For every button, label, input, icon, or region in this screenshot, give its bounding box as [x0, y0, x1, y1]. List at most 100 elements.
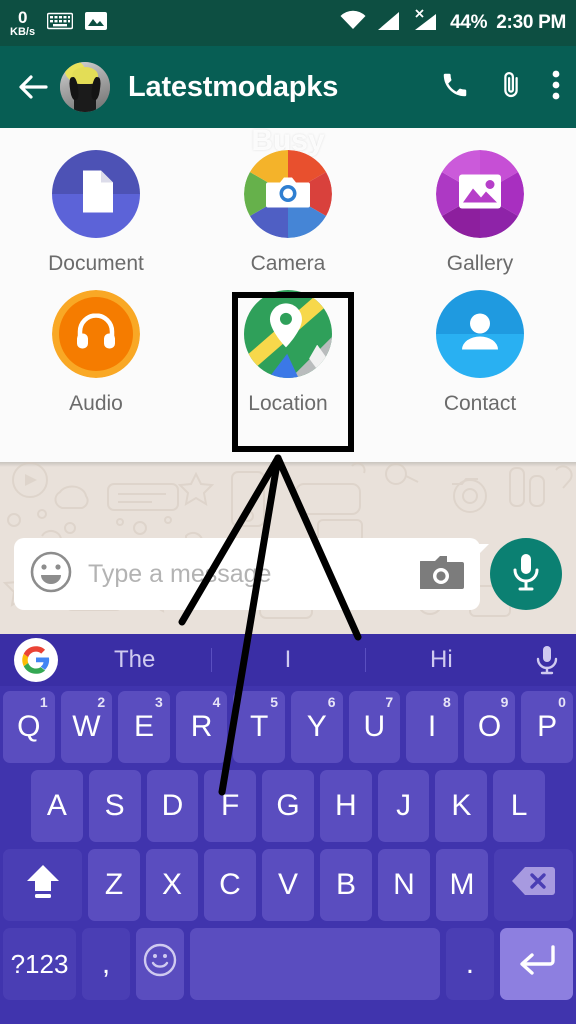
backspace-key[interactable] [493, 849, 573, 921]
shift-caps-lock-key[interactable] [3, 849, 83, 921]
emoji-key[interactable] [136, 928, 185, 1000]
backspace-delete-icon [511, 865, 556, 905]
attach-label-audio: Audio [69, 392, 123, 415]
person-contact-icon [436, 290, 524, 378]
camera-attach-icon[interactable] [419, 554, 464, 595]
attach-label-gallery: Gallery [446, 252, 514, 275]
key-superscript: 5 [270, 694, 278, 710]
signal-bars-icon [376, 10, 402, 37]
key-superscript: 7 [385, 694, 394, 710]
voice-record-button[interactable] [490, 538, 562, 610]
avatar[interactable] [60, 62, 110, 112]
attach-option-document[interactable]: Document [0, 150, 192, 276]
key-superscript: 2 [97, 694, 106, 710]
space-key[interactable] [190, 928, 440, 1000]
overflow-menu-icon[interactable] [552, 69, 560, 106]
key-c[interactable]: C [204, 849, 256, 921]
suggestion-list: The I Hi [58, 634, 518, 686]
google-g-logo[interactable] [14, 638, 58, 682]
suggestion-chip[interactable]: I [211, 634, 364, 686]
signal-no-sim-icon [411, 8, 441, 38]
key-k[interactable]: K [435, 770, 488, 842]
status-bar-clock: 2:30 PM [496, 12, 566, 33]
page-title[interactable]: Latestmodapks [128, 71, 338, 104]
key-z[interactable]: Z [88, 849, 141, 921]
network-speed-indicator: 0 KB/s [10, 9, 35, 38]
voice-input-mic-icon[interactable] [518, 645, 576, 675]
key-i[interactable]: 8I [406, 691, 458, 763]
key-label: O [477, 710, 502, 743]
chat-message-area: Type a message [0, 462, 576, 634]
status-bar: 0 KB/s 44% 2:30 PM [0, 0, 576, 46]
key-o[interactable]: 9O [463, 691, 516, 763]
camera-icon [244, 150, 332, 238]
phone-call-icon[interactable] [440, 70, 470, 105]
network-speed-unit: KB/s [10, 25, 36, 38]
key-a[interactable]: A [30, 770, 83, 842]
key-v[interactable]: V [262, 849, 314, 921]
key-r[interactable]: 4R [175, 691, 228, 763]
network-speed-value: 0 [18, 7, 28, 27]
whatsapp-chat-screen: 0 KB/s 44% 2:30 PM Latestmodapks Busy Do… [0, 0, 576, 1024]
key-superscript: 9 [500, 694, 509, 710]
key-m[interactable]: M [435, 849, 488, 921]
key-q[interactable]: 1Q [3, 691, 55, 763]
key-superscript: 0 [558, 694, 566, 710]
key-b[interactable]: B [319, 849, 372, 921]
key-s[interactable]: S [88, 770, 141, 842]
key-u[interactable]: 7U [348, 691, 401, 763]
key-x[interactable]: X [146, 849, 199, 921]
key-w[interactable]: 2W [60, 691, 113, 763]
key-e[interactable]: 3E [118, 691, 170, 763]
key-t[interactable]: 5T [233, 691, 285, 763]
image-icon [85, 11, 108, 36]
attach-label-camera: Camera [250, 252, 326, 275]
attach-option-gallery[interactable]: Gallery [384, 150, 576, 276]
paperclip-attach-icon[interactable] [496, 70, 526, 105]
back-arrow-icon[interactable] [16, 70, 50, 104]
key-j[interactable]: J [377, 770, 430, 842]
status-bar-right: 44% 2:30 PM [339, 8, 566, 38]
message-input-pill[interactable]: Type a message [14, 538, 489, 610]
enter-return-icon [517, 943, 557, 985]
key-h[interactable]: H [319, 770, 372, 842]
key-l[interactable]: L [493, 770, 546, 842]
key-y[interactable]: 6Y [291, 691, 343, 763]
key-label: I [427, 710, 437, 743]
emoji-smiley-icon[interactable] [30, 551, 72, 598]
keyboard-row-2: A S D F G H J K L [3, 770, 573, 842]
attach-option-camera[interactable]: Camera [192, 150, 384, 276]
key-superscript: 6 [327, 694, 336, 710]
message-input-placeholder[interactable]: Type a message [88, 560, 420, 589]
key-d[interactable]: D [146, 770, 199, 842]
key-superscript: 4 [212, 694, 221, 710]
key-n[interactable]: N [377, 849, 430, 921]
suggestion-chip[interactable]: Hi [364, 634, 518, 686]
attach-label-document: Document [48, 252, 144, 275]
key-p[interactable]: 0P [521, 691, 573, 763]
suggestion-bar: The I Hi [0, 634, 576, 686]
status-bar-left: 0 KB/s [10, 9, 108, 38]
message-input-row: Type a message [14, 538, 562, 610]
key-label: T [250, 710, 269, 743]
battery-percentage: 44% [450, 12, 488, 33]
key-superscript: 3 [155, 694, 163, 710]
comma-key[interactable]: , [82, 928, 131, 1000]
microphone-icon [511, 552, 541, 597]
attach-option-contact[interactable]: Contact [384, 290, 576, 416]
key-f[interactable]: F [204, 770, 257, 842]
key-superscript: 8 [442, 694, 451, 710]
symbols-key[interactable]: ?123 [2, 928, 77, 1000]
keyboard-row-3: Z X C V B N M [3, 849, 573, 921]
key-label: P [537, 710, 558, 743]
suggestion-chip[interactable]: The [58, 634, 211, 686]
headphones-audio-icon [52, 290, 140, 378]
key-g[interactable]: G [262, 770, 314, 842]
key-label: W [72, 710, 101, 743]
enter-key[interactable] [499, 928, 574, 1000]
emoji-key-icon [143, 943, 177, 985]
period-key[interactable]: . [445, 928, 494, 1000]
key-label: E [134, 710, 155, 743]
key-superscript: 1 [39, 694, 48, 710]
attach-option-audio[interactable]: Audio [0, 290, 192, 416]
